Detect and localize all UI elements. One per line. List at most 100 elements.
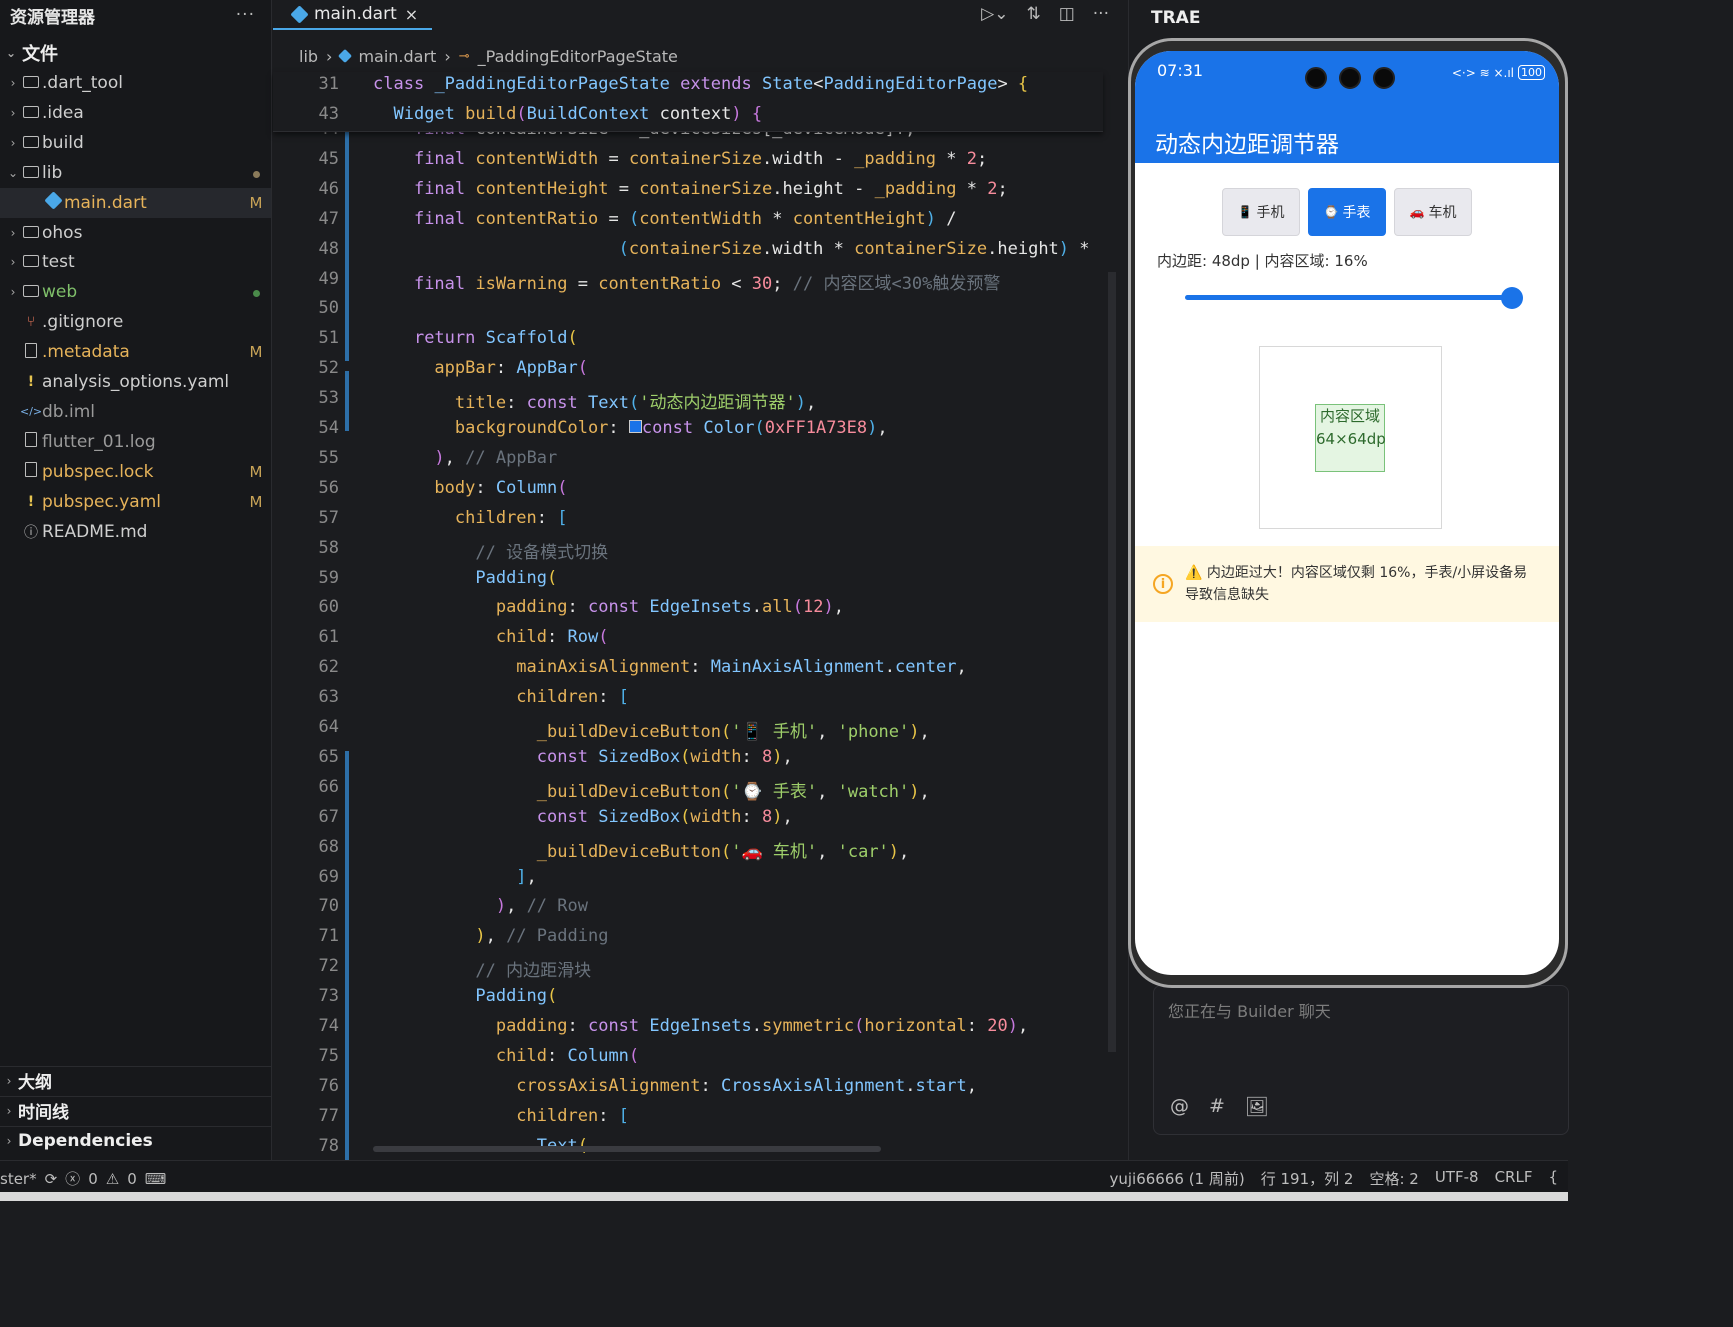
vertical-scrollbar[interactable]: [1103, 72, 1123, 1160]
device-button-watch[interactable]: ⌚ 手表: [1308, 188, 1386, 236]
tree-item[interactable]: › build: [0, 128, 271, 158]
status-item[interactable]: 空格: 2: [1369, 1168, 1418, 1189]
padding-slider-thumb[interactable]: [1501, 287, 1523, 309]
outline-section[interactable]: › 时间线: [0, 1096, 271, 1124]
tree-item[interactable]: › .idea: [0, 98, 271, 128]
status-item[interactable]: CRLF: [1495, 1168, 1533, 1189]
device-button-car[interactable]: 🚗 车机: [1394, 188, 1472, 236]
dart-file-icon: [338, 48, 353, 64]
breadcrumb-item[interactable]: main.dart: [358, 47, 436, 66]
close-icon[interactable]: ×: [405, 5, 418, 24]
status-item[interactable]: yuji66666 (1 周前): [1110, 1168, 1245, 1189]
tree-item[interactable]: ⓘ README.md: [0, 517, 271, 547]
status-item[interactable]: UTF-8: [1435, 1168, 1479, 1189]
image-icon[interactable]: 🖼: [1245, 1095, 1269, 1118]
scrollbar-thumb[interactable]: [1108, 272, 1116, 1052]
code-line[interactable]: _buildDeviceButton('⌚ 手表', 'watch'),: [373, 777, 930, 802]
terminal-icon[interactable]: ⌨: [145, 1170, 167, 1188]
code-line[interactable]: ), // AppBar: [373, 448, 557, 468]
tree-item[interactable]: ! pubspec.yaml M: [0, 487, 271, 517]
tree-item[interactable]: .metadata M: [0, 337, 271, 367]
files-section-header[interactable]: ⌄ 文件: [0, 38, 271, 68]
hash-icon[interactable]: #: [1209, 1095, 1225, 1118]
run-icon[interactable]: ▷⌄: [981, 4, 1008, 24]
code-line[interactable]: ), // Row: [373, 896, 588, 916]
chevron-right-icon[interactable]: ›: [6, 76, 20, 90]
error-count[interactable]: 0: [88, 1170, 98, 1188]
tree-item[interactable]: › ohos: [0, 218, 271, 248]
code-line[interactable]: title: const Text('动态内边距调节器'),: [373, 388, 816, 413]
code-line[interactable]: child: Row(: [373, 627, 609, 647]
code-line[interactable]: final containerSize = _deviceSizes[_devi…: [373, 131, 916, 139]
code-line[interactable]: body: Column(: [373, 478, 567, 498]
code-line[interactable]: appBar: AppBar(: [373, 358, 588, 378]
tree-item[interactable]: flutter_01.log: [0, 427, 271, 457]
code-line[interactable]: (containerSize.width * containerSize.hei…: [373, 239, 1090, 259]
code-line[interactable]: padding: const EdgeInsets.symmetric(hori…: [373, 1016, 1028, 1036]
tree-item[interactable]: ⌄ lib: [0, 158, 271, 188]
code-line[interactable]: final contentHeight = containerSize.heig…: [373, 179, 1008, 199]
code-line[interactable]: const SizedBox(width: 8),: [373, 807, 793, 827]
code-line[interactable]: backgroundColor: const Color(0xFF1A73E8)…: [373, 418, 888, 438]
chat-input-box[interactable]: 您正在与 Builder 聊天 @ # 🖼: [1153, 985, 1569, 1135]
code-line[interactable]: Padding(: [373, 986, 557, 1006]
tree-item[interactable]: › web: [0, 277, 271, 307]
chevron-right-icon[interactable]: ›: [6, 106, 20, 120]
code-line[interactable]: ],: [373, 867, 537, 887]
chevron-right-icon[interactable]: ›: [6, 255, 20, 269]
code-line[interactable]: mainAxisAlignment: MainAxisAlignment.cen…: [373, 657, 966, 677]
code-line[interactable]: children: [: [373, 687, 629, 707]
device-button-phone[interactable]: 📱 手机: [1222, 188, 1300, 236]
warning-icon[interactable]: ⚠: [106, 1170, 119, 1188]
code-line[interactable]: Widget build(BuildContext context) {: [373, 104, 762, 124]
padding-slider-track[interactable]: [1185, 295, 1505, 300]
tree-item[interactable]: main.dart M: [0, 187, 271, 218]
tab-main-dart[interactable]: main.dart ×: [273, 0, 433, 30]
code-line[interactable]: final isWarning = contentRatio < 30; // …: [373, 269, 1000, 294]
code-line[interactable]: Padding(: [373, 568, 557, 588]
tree-item[interactable]: ⑂ .gitignore: [0, 307, 271, 337]
chevron-right-icon[interactable]: ›: [6, 136, 20, 150]
tree-item[interactable]: </> db.iml: [0, 397, 271, 427]
code-line[interactable]: // 设备模式切换: [373, 538, 608, 563]
chevron-right-icon[interactable]: ›: [6, 285, 20, 299]
mention-icon[interactable]: @: [1170, 1095, 1189, 1118]
code-line[interactable]: // 内边距滑块: [373, 956, 591, 981]
code-line[interactable]: final contentWidth = containerSize.width…: [373, 149, 987, 169]
chevron-down-icon[interactable]: ⌄: [6, 166, 20, 180]
explorer-more-button[interactable]: ···: [236, 5, 255, 25]
code-line[interactable]: final contentRatio = (contentWidth * con…: [373, 209, 957, 229]
chevron-right-icon[interactable]: ›: [6, 226, 20, 240]
code-line[interactable]: child: Column(: [373, 1046, 639, 1066]
status-item[interactable]: 行 191，列 2: [1261, 1168, 1354, 1189]
source-control-icon[interactable]: ⇅: [1026, 4, 1040, 24]
breadcrumb-item[interactable]: _PaddingEditorPageState: [478, 47, 678, 66]
split-editor-icon[interactable]: ◫: [1059, 4, 1075, 24]
status-item[interactable]: {: [1548, 1168, 1558, 1189]
code-line[interactable]: _buildDeviceButton('📱 手机', 'phone'),: [373, 717, 930, 742]
code-line[interactable]: const SizedBox(width: 8),: [373, 747, 793, 767]
error-icon[interactable]: ⓧ: [65, 1168, 80, 1189]
code-line[interactable]: class _PaddingEditorPageState extends St…: [373, 74, 1028, 94]
horizontal-scrollbar[interactable]: [373, 1146, 881, 1152]
tree-item[interactable]: › test: [0, 247, 271, 277]
code-line[interactable]: children: [: [373, 1106, 629, 1126]
tree-item[interactable]: ! analysis_options.yaml: [0, 367, 271, 397]
breadcrumb-item[interactable]: lib: [299, 47, 318, 66]
outline-section[interactable]: › Dependencies: [0, 1126, 271, 1154]
code-line[interactable]: crossAxisAlignment: CrossAxisAlignment.s…: [373, 1076, 977, 1096]
outline-section[interactable]: › 大纲: [0, 1066, 271, 1094]
branch-name[interactable]: ster*: [0, 1170, 37, 1188]
sync-icon[interactable]: ⟳: [45, 1170, 58, 1188]
code-line[interactable]: children: [: [373, 508, 568, 528]
code-line[interactable]: _buildDeviceButton('🚗 车机', 'car'),: [373, 837, 910, 862]
code-line[interactable]: return Scaffold(: [373, 328, 578, 348]
code-lines[interactable]: 44 final containerSize = _deviceSizes[_d…: [273, 131, 1103, 1160]
tree-item[interactable]: › .dart_tool: [0, 68, 271, 98]
code-line[interactable]: padding: const EdgeInsets.all(12),: [373, 597, 844, 617]
more-actions-icon[interactable]: ···: [1093, 4, 1109, 24]
code-line[interactable]: ), // Padding: [373, 926, 608, 946]
yaml-icon: !: [27, 374, 35, 390]
warning-count[interactable]: 0: [127, 1170, 137, 1188]
tree-item[interactable]: pubspec.lock M: [0, 457, 271, 487]
